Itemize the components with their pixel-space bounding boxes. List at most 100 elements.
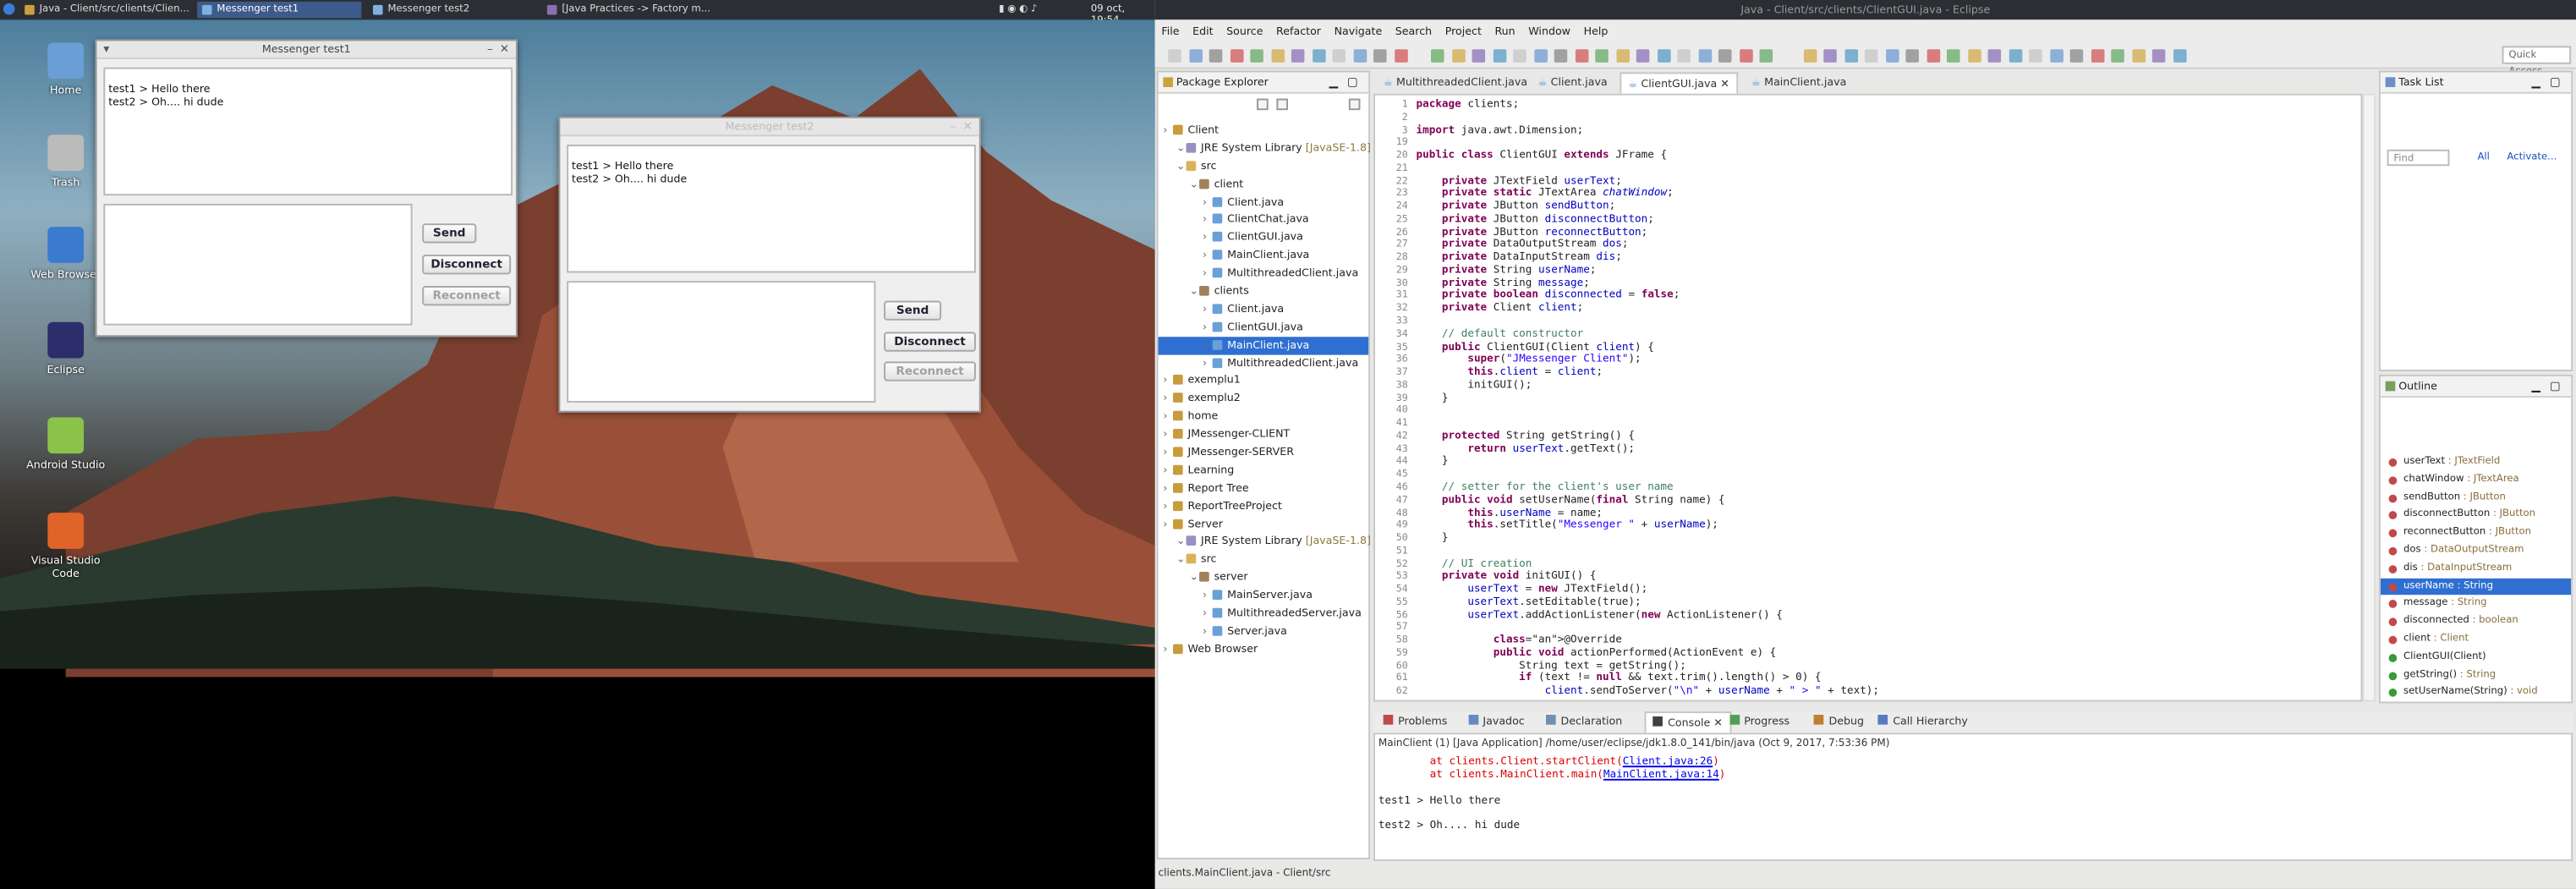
desktop-icon[interactable]: Android Studio: [16, 417, 115, 472]
expand-arrow-icon[interactable]: ›: [1203, 587, 1213, 605]
code-line[interactable]: }: [1417, 391, 2353, 405]
minimize-icon[interactable]: –: [487, 41, 493, 59]
reconnect-button[interactable]: Reconnect: [884, 361, 976, 381]
outline-item[interactable]: message : String: [2381, 595, 2571, 613]
outline-item[interactable]: getString() : String: [2381, 667, 2571, 684]
outline-item[interactable]: userName : String: [2380, 577, 2572, 595]
bottom-tab[interactable]: Javadoc: [1461, 711, 1531, 733]
code-line[interactable]: [1417, 546, 2353, 558]
tree-item[interactable]: › JMessenger-SERVER: [1159, 444, 1369, 462]
expand-arrow-icon[interactable]: ›: [1203, 300, 1213, 318]
code-line[interactable]: this.client = client;: [1417, 365, 2353, 379]
menu-item[interactable]: Search: [1395, 25, 1432, 38]
bottom-tab[interactable]: Call Hierarchy: [1872, 711, 1975, 733]
editor-tab[interactable]: ☕ Client.java: [1532, 72, 1614, 93]
toolbar-button[interactable]: [1636, 49, 1650, 63]
tree-item[interactable]: ⌄ client: [1159, 175, 1369, 193]
expand-arrow-icon[interactable]: ›: [1203, 211, 1213, 229]
view-title[interactable]: Task List: [2398, 72, 2443, 93]
toolbar-button[interactable]: [2049, 49, 2063, 63]
code-line[interactable]: public void setUserName(final String nam…: [1417, 492, 2353, 507]
code-line[interactable]: public class ClientGUI extends JFrame {: [1417, 148, 2353, 162]
link-editor-icon[interactable]: [1276, 98, 1288, 111]
task-find-field[interactable]: Find: [2387, 149, 2450, 167]
menu-item[interactable]: File: [1161, 25, 1179, 38]
tree-item[interactable]: › MultithreadedClient.java: [1159, 354, 1369, 372]
source-code[interactable]: package clients; import java.awt.Dimensi…: [1417, 97, 2353, 699]
expand-arrow-icon[interactable]: ›: [1163, 640, 1173, 658]
expand-arrow-icon[interactable]: ⌄: [1176, 157, 1187, 175]
toolbar-button[interactable]: [1987, 49, 2002, 63]
tree-item[interactable]: › Learning: [1159, 462, 1369, 480]
code-editor[interactable]: 1 2 3 19 20 21 22 23 24 25 26 27 28 29 30 31 32 33 34 35 36 3…: [1373, 93, 2363, 702]
menu-item[interactable]: Source: [1226, 25, 1263, 38]
toolbar-button[interactable]: [1513, 49, 1526, 63]
toolbar-button[interactable]: [1168, 49, 1181, 63]
toolbar-button[interactable]: [1250, 49, 1263, 63]
code-line[interactable]: initGUI();: [1417, 378, 2353, 392]
expand-arrow-icon[interactable]: ›: [1163, 462, 1173, 480]
stack-trace-link[interactable]: MainClient.java:14: [1603, 767, 1719, 781]
tree-item[interactable]: › ClientGUI.java: [1159, 318, 1369, 336]
outline-item[interactable]: setUserName(String) : void: [2381, 684, 2571, 702]
expand-arrow-icon[interactable]: ⌄: [1189, 283, 1199, 300]
taskbar-item[interactable]: Messenger test2: [368, 2, 532, 18]
view-title[interactable]: Outline: [2398, 376, 2437, 398]
toolbar-button[interactable]: [2151, 49, 2166, 63]
menu-item[interactable]: Edit: [1192, 25, 1213, 38]
toolbar-button[interactable]: [2069, 49, 2084, 63]
expand-arrow-icon[interactable]: ›: [1203, 354, 1213, 372]
bottom-tab[interactable]: Console ✕: [1644, 711, 1731, 733]
taskbar-item[interactable]: Messenger test1: [197, 1, 362, 19]
tree-item[interactable]: ⌄ server: [1159, 569, 1369, 587]
menu-item[interactable]: Window: [1528, 25, 1570, 38]
menu-item[interactable]: Help: [1584, 25, 1609, 38]
toolbar-button[interactable]: [1431, 49, 1444, 63]
tree-item[interactable]: ⌄ clients: [1159, 283, 1369, 300]
toolbar-button[interactable]: [1905, 49, 1919, 63]
tree-item[interactable]: › MultithreadedServer.java: [1159, 605, 1369, 623]
bottom-tab[interactable]: Declaration: [1539, 711, 1629, 733]
outline-item[interactable]: sendButton : JButton: [2381, 489, 2571, 507]
menu-icon[interactable]: [3, 3, 15, 15]
outline-item[interactable]: disconnected : boolean: [2381, 613, 2571, 631]
outline-item[interactable]: userText : JTextField: [2381, 453, 2571, 471]
reconnect-button[interactable]: Reconnect: [422, 286, 512, 306]
collapse-all-icon[interactable]: [1257, 98, 1269, 111]
outline-item[interactable]: chatWindow : JTextArea: [2381, 471, 2571, 489]
expand-arrow-icon[interactable]: ›: [1163, 408, 1173, 425]
toolbar-button[interactable]: [1677, 49, 1691, 63]
toolbar-button[interactable]: [2111, 49, 2124, 63]
toolbar-button[interactable]: [1844, 49, 1858, 63]
view-title[interactable]: Package Explorer: [1176, 72, 1269, 93]
expand-arrow-icon[interactable]: ›: [1203, 605, 1213, 623]
expand-arrow-icon[interactable]: ›: [1203, 265, 1213, 283]
tree-item[interactable]: ⌄ src: [1159, 551, 1369, 568]
toolbar-button[interactable]: [1967, 49, 1981, 63]
send-button[interactable]: Send: [422, 223, 477, 244]
expand-arrow-icon[interactable]: ›: [1203, 337, 1213, 354]
tree-item[interactable]: › Web Browser: [1159, 640, 1369, 658]
expand-arrow-icon[interactable]: ›: [1163, 425, 1173, 443]
bottom-tab[interactable]: Problems: [1377, 711, 1454, 733]
window-menu-icon[interactable]: ▾: [103, 41, 109, 59]
quick-access-field[interactable]: Quick Access: [2502, 46, 2572, 77]
tree-item[interactable]: › home: [1159, 408, 1369, 425]
code-line[interactable]: // default constructor: [1417, 327, 2353, 341]
message-input[interactable]: [567, 281, 876, 403]
toolbar-button[interactable]: [1373, 49, 1387, 63]
editor-tab[interactable]: ☕ MainClient.java: [1745, 72, 1853, 93]
all-link[interactable]: All: [2477, 151, 2489, 163]
menu-item[interactable]: Project: [1445, 25, 1482, 38]
toolbar-button[interactable]: [1574, 49, 1588, 63]
code-line[interactable]: [1417, 162, 2353, 175]
tree-item[interactable]: › Server.java: [1159, 623, 1369, 640]
expand-arrow-icon[interactable]: ›: [1163, 444, 1173, 462]
expand-arrow-icon[interactable]: ⌄: [1176, 533, 1187, 551]
tree-item[interactable]: › Client.java: [1159, 193, 1369, 211]
activate-link[interactable]: Activate...: [2507, 151, 2557, 163]
taskbar-item[interactable]: Java - Client/src/clients/Clien...: [19, 2, 190, 18]
close-tab-icon[interactable]: ✕: [1710, 716, 1723, 730]
tree-item[interactable]: › Client: [1159, 122, 1369, 140]
outline-item[interactable]: dos : DataOutputStream: [2381, 542, 2571, 560]
